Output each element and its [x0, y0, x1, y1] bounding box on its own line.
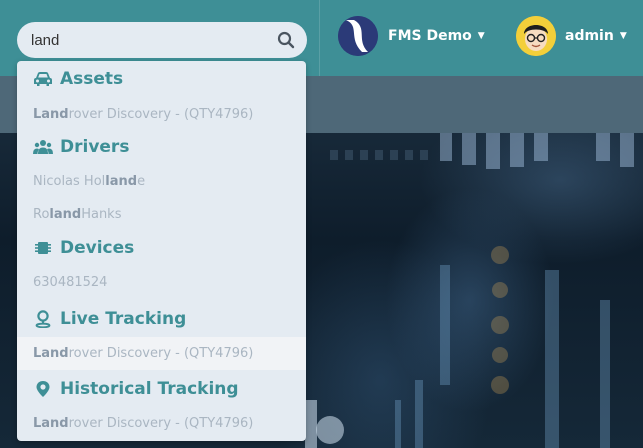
car-icon [33, 70, 53, 88]
group-label: Assets [60, 69, 124, 89]
device-icon [33, 239, 53, 257]
group-label: Historical Tracking [60, 379, 239, 399]
result-item[interactable]: Nicolas Hol land e [17, 165, 306, 198]
result-item[interactable]: Land rover Discovery - (QTY4796) [17, 98, 306, 131]
organization-switcher[interactable]: FMS Demo ▼ [338, 14, 485, 58]
result-item[interactable]: Ro land Hanks [17, 198, 306, 231]
match-highlight: land [49, 207, 82, 222]
result-item-active[interactable]: Land rover Discovery - (QTY4796) [17, 337, 306, 370]
chevron-down-icon: ▼ [619, 31, 627, 41]
global-search-box[interactable] [17, 22, 307, 58]
match-highlight: Land [33, 416, 69, 431]
avatar [516, 16, 556, 56]
result-text: rover Discovery - (QTY4796) [68, 346, 254, 361]
result-text: e [137, 174, 146, 189]
nav-divider [319, 0, 320, 76]
search-results-dropdown: Assets Land rover Discovery - (QTY4796) D… [17, 61, 306, 441]
results-group-drivers: Drivers [17, 130, 306, 164]
result-text: Nicolas Hol [33, 174, 106, 189]
users-icon [33, 138, 53, 156]
user-name: admin [565, 28, 614, 44]
result-item[interactable]: 630481524 [17, 266, 306, 299]
result-text: Hanks [81, 207, 122, 222]
match-highlight: Land [33, 346, 69, 361]
group-label: Live Tracking [60, 309, 187, 329]
organization-name: FMS Demo [388, 28, 472, 44]
results-group-devices: Devices [17, 231, 306, 265]
results-group-assets: Assets [17, 62, 306, 96]
search-icon[interactable] [277, 31, 295, 49]
chevron-down-icon: ▼ [477, 31, 485, 41]
brand-logo-icon [338, 16, 378, 56]
match-highlight: land [105, 174, 138, 189]
results-group-live-tracking: Live Tracking [17, 302, 306, 336]
match-highlight: Land [33, 107, 69, 122]
result-item[interactable]: Land rover Discovery - (QTY4796) [17, 407, 306, 440]
results-group-historical-tracking: Historical Tracking [17, 372, 306, 406]
result-text: rover Discovery - (QTY4796) [68, 107, 254, 122]
user-menu[interactable]: admin ▼ [516, 14, 627, 58]
group-label: Drivers [60, 137, 130, 157]
map-pin-icon [33, 380, 53, 398]
search-input[interactable] [31, 29, 277, 51]
group-label: Devices [60, 238, 135, 258]
location-person-icon [33, 310, 53, 328]
result-text: Ro [33, 207, 50, 222]
result-text: rover Discovery - (QTY4796) [68, 416, 254, 431]
result-text: 630481524 [33, 275, 108, 290]
